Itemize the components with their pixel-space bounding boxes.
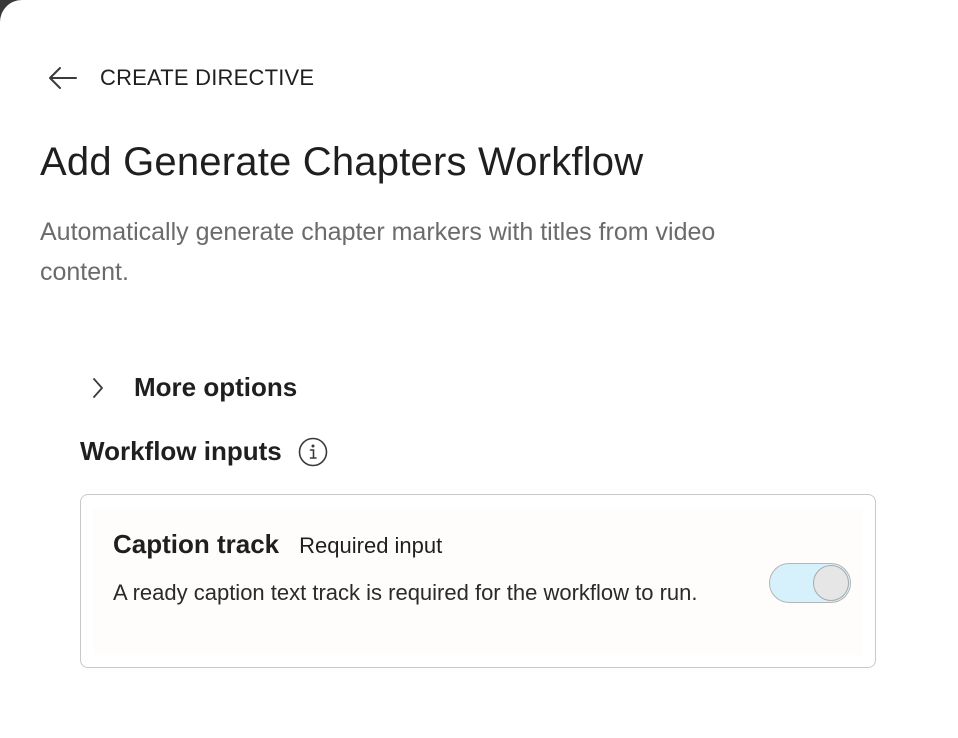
card-title-row: Caption track Required input (113, 529, 442, 560)
page-subtitle: Automatically generate chapter markers w… (40, 218, 716, 286)
workflow-inputs-label: Workflow inputs (80, 436, 282, 466)
card-title: Caption track (113, 529, 280, 559)
required-badge: Required input (299, 533, 443, 558)
info-icon[interactable] (298, 437, 328, 467)
workflow-inputs-header: Workflow inputs (80, 436, 328, 467)
caption-track-toggle[interactable] (769, 563, 851, 603)
card-description: A ready caption text track is required f… (113, 580, 698, 605)
more-options-toggle[interactable]: More options (86, 372, 297, 403)
page-title: Add Generate Chapters Workflow (40, 140, 644, 184)
breadcrumb: CREATE DIRECTIVE (100, 65, 315, 90)
caption-track-card: Caption track Required input A ready cap… (80, 494, 876, 668)
arrow-left-icon (49, 67, 77, 89)
more-options-label: More options (134, 372, 298, 402)
back-button[interactable] (44, 60, 80, 96)
chevron-right-icon (86, 376, 110, 400)
topbar: CREATE DIRECTIVE (44, 60, 314, 96)
toggle-knob (813, 565, 849, 601)
directive-panel: CREATE DIRECTIVE Add Generate Chapters W… (0, 0, 958, 738)
